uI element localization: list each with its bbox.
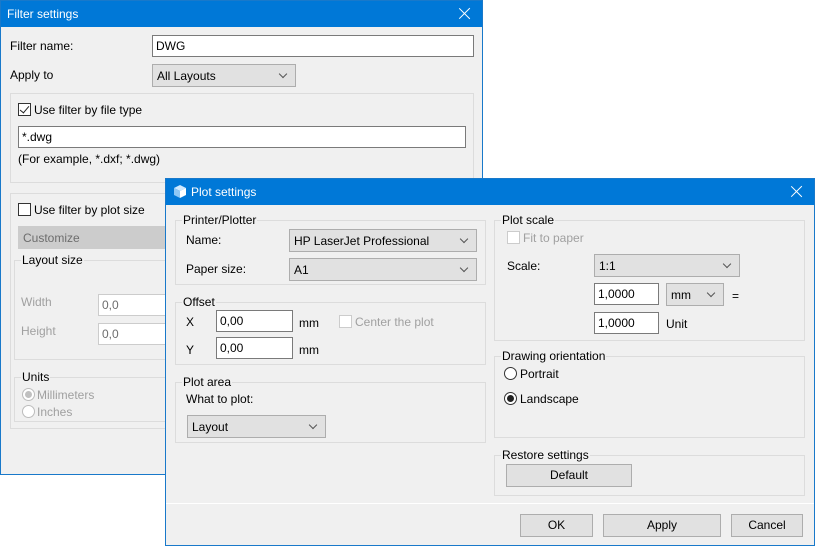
paper-size-label: Paper size: — [186, 262, 247, 276]
portrait-radio[interactable] — [504, 367, 517, 380]
offset-y-unit: mm — [299, 343, 319, 357]
scale-unit-label: Unit — [666, 317, 688, 331]
customize-label: Customize — [23, 231, 80, 245]
apply-to-label: Apply to — [10, 68, 54, 82]
orientation-title: Drawing orientation — [501, 349, 607, 363]
width-label: Width — [21, 295, 52, 309]
scale-label: Scale: — [507, 259, 541, 273]
center-plot-label[interactable]: Center the plot — [355, 315, 434, 329]
apply-button[interactable]: Apply — [603, 514, 721, 537]
scale-unit-select[interactable]: mm — [666, 283, 724, 306]
default-button[interactable]: Default — [506, 464, 632, 487]
filter-settings-title: Filter settings — [7, 7, 79, 21]
scale-unit-value: mm — [671, 288, 691, 302]
printer-title: Printer/Plotter — [182, 213, 258, 227]
chevron-down-icon — [722, 259, 732, 269]
use-plot-size-checkbox[interactable] — [18, 203, 31, 216]
chevron-down-icon — [308, 420, 318, 430]
close-icon[interactable] — [457, 5, 473, 21]
use-plot-size-label[interactable]: Use filter by plot size — [34, 203, 145, 217]
fit-to-paper-checkbox[interactable] — [507, 231, 520, 244]
use-file-type-label[interactable]: Use filter by file type — [34, 103, 142, 117]
what-to-plot-select[interactable]: Layout — [187, 415, 326, 438]
millimeters-radio[interactable] — [22, 388, 35, 401]
restore-title: Restore settings — [501, 448, 590, 462]
offset-y-label: Y — [186, 343, 195, 357]
plot-settings-title: Plot settings — [191, 185, 257, 199]
footer-separator — [166, 503, 814, 504]
inches-radio[interactable] — [22, 405, 35, 418]
scale-value2-input[interactable]: 1,0000 — [594, 312, 659, 334]
chevron-down-icon — [706, 288, 716, 298]
filter-settings-titlebar[interactable]: Filter settings — [1, 1, 482, 27]
units-title: Units — [21, 370, 51, 384]
chevron-down-icon — [278, 69, 288, 79]
chevron-down-icon — [459, 263, 469, 273]
plot-settings-app-icon — [174, 185, 186, 198]
plot-settings-titlebar[interactable]: Plot settings — [166, 179, 814, 205]
use-file-type-checkbox[interactable] — [18, 103, 31, 116]
chevron-down-icon — [459, 234, 469, 244]
millimeters-label[interactable]: Millimeters — [37, 388, 94, 402]
fit-to-paper-label[interactable]: Fit to paper — [523, 231, 584, 245]
plot-scale-title: Plot scale — [501, 213, 556, 227]
close-icon[interactable] — [789, 183, 805, 199]
offset-x-input[interactable]: 0,00 — [216, 310, 293, 332]
apply-to-value: All Layouts — [157, 69, 216, 83]
printer-name-select[interactable]: HP LaserJet Professional — [289, 229, 477, 252]
file-type-hint: (For example, *.dxf; *.dwg) — [18, 152, 161, 166]
scale-value: 1:1 — [599, 259, 616, 273]
printer-name-value: HP LaserJet Professional — [294, 234, 430, 248]
offset-x-unit: mm — [299, 316, 319, 330]
ok-button[interactable]: OK — [520, 514, 593, 537]
plot-area-title: Plot area — [182, 375, 233, 389]
filter-name-label: Filter name: — [10, 39, 74, 53]
portrait-label[interactable]: Portrait — [520, 367, 559, 381]
center-plot-checkbox[interactable] — [339, 315, 352, 328]
paper-size-select[interactable]: A1 — [289, 258, 477, 281]
what-to-plot-label: What to plot: — [186, 392, 254, 406]
paper-size-value: A1 — [294, 263, 309, 277]
offset-y-input[interactable]: 0,00 — [216, 337, 293, 359]
printer-name-label: Name: — [186, 233, 222, 247]
scale-select[interactable]: 1:1 — [594, 254, 740, 277]
landscape-radio[interactable] — [504, 392, 517, 405]
offset-x-label: X — [186, 315, 195, 329]
height-label: Height — [21, 324, 56, 338]
cancel-button[interactable]: Cancel — [731, 514, 803, 537]
scale-value1-input[interactable]: 1,0000 — [594, 283, 659, 305]
file-type-input[interactable]: *.dwg — [18, 126, 466, 148]
offset-title: Offset — [182, 295, 216, 309]
what-to-plot-value: Layout — [192, 420, 229, 434]
apply-to-select[interactable]: All Layouts — [152, 64, 296, 87]
landscape-label[interactable]: Landscape — [520, 392, 579, 406]
layout-size-title: Layout size — [21, 253, 84, 267]
inches-label[interactable]: Inches — [37, 405, 72, 419]
equals-sign: = — [732, 289, 740, 303]
filter-name-input[interactable]: DWG — [152, 35, 474, 57]
plot-settings-dialog: Plot settings Printer/Plotter Name: HP L… — [165, 178, 815, 546]
